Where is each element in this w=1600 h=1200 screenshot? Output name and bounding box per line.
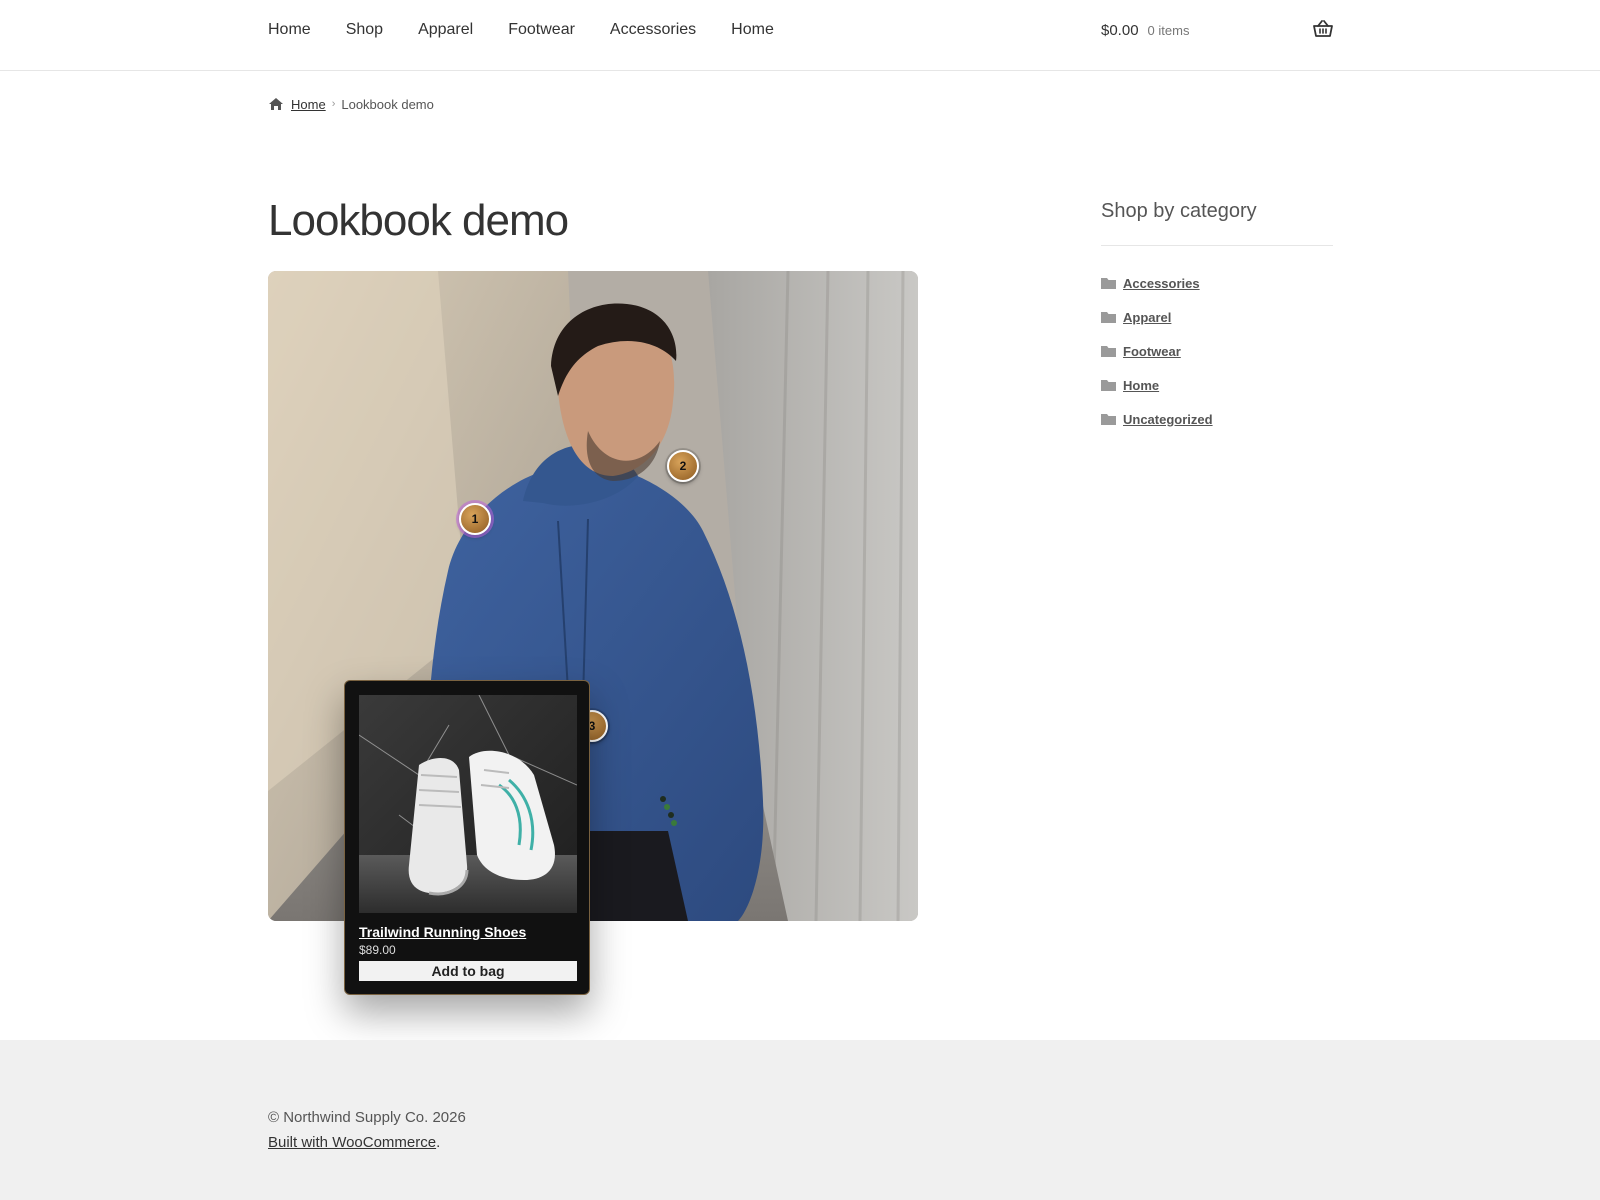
breadcrumb-current: Lookbook demo: [341, 96, 434, 112]
category-link-apparel[interactable]: Apparel: [1123, 310, 1171, 325]
product-photo: [359, 695, 577, 913]
nav-item-home-category[interactable]: Home: [731, 21, 774, 39]
category-list: Accessories Apparel Footwear Home Uncate…: [1101, 266, 1333, 436]
category-item: Uncategorized: [1101, 402, 1333, 436]
folder-icon: [1101, 414, 1116, 425]
product-popup: Trailwind Running Shoes $89.00 Add to ba…: [344, 680, 590, 995]
add-to-bag-button[interactable]: Add to bag: [359, 961, 577, 981]
product-name-link[interactable]: Trailwind Running Shoes: [359, 924, 575, 940]
site-header: Home Shop Apparel Footwear Accessories H…: [0, 0, 1600, 71]
hotspot-2[interactable]: 2: [667, 450, 699, 482]
folder-icon: [1101, 346, 1116, 357]
hotspot-1[interactable]: 1: [459, 503, 491, 535]
category-item: Apparel: [1101, 300, 1333, 334]
category-item: Accessories: [1101, 266, 1333, 300]
cart-item-count: 0 items: [1147, 22, 1190, 38]
nav-item-shop[interactable]: Shop: [346, 21, 383, 39]
category-link-footwear[interactable]: Footwear: [1123, 344, 1181, 359]
nav-item-home[interactable]: Home: [268, 21, 311, 39]
category-link-uncategorized[interactable]: Uncategorized: [1123, 412, 1213, 427]
breadcrumb: Home › Lookbook demo: [268, 94, 434, 114]
home-icon: [269, 98, 283, 110]
category-item: Footwear: [1101, 334, 1333, 368]
header-cart[interactable]: $0.00 0 items: [1101, 0, 1333, 60]
folder-icon: [1101, 380, 1116, 391]
breadcrumb-home-link[interactable]: Home: [291, 97, 326, 112]
category-link-home[interactable]: Home: [1123, 378, 1159, 393]
folder-icon: [1101, 278, 1116, 289]
sidebar: Shop by category Accessories Apparel Foo…: [1101, 200, 1333, 436]
product-image[interactable]: [359, 695, 577, 913]
footer-credit-suffix: .: [436, 1134, 441, 1151]
woocommerce-link[interactable]: Built with WooCommerce: [268, 1134, 436, 1151]
primary-nav: Home Shop Apparel Footwear Accessories H…: [268, 0, 809, 60]
site-footer: © Northwind Supply Co. 2026 Built with W…: [0, 1040, 1600, 1200]
folder-icon: [1101, 312, 1116, 323]
footer-credit: Built with WooCommerce.: [268, 1134, 440, 1151]
category-link-accessories[interactable]: Accessories: [1123, 276, 1200, 291]
breadcrumb-separator: ›: [331, 98, 336, 110]
category-item: Home: [1101, 368, 1333, 402]
nav-item-apparel[interactable]: Apparel: [418, 21, 473, 39]
nav-item-accessories[interactable]: Accessories: [610, 21, 696, 39]
sidebar-title: Shop by category: [1101, 200, 1333, 246]
cart-amount: $0.00: [1101, 21, 1139, 39]
footer-copyright: © Northwind Supply Co. 2026: [268, 1109, 466, 1126]
product-price: $89.00: [359, 943, 396, 957]
page-title: Lookbook demo: [268, 196, 569, 245]
nav-item-footwear[interactable]: Footwear: [508, 21, 575, 39]
basket-icon[interactable]: [1313, 20, 1333, 38]
